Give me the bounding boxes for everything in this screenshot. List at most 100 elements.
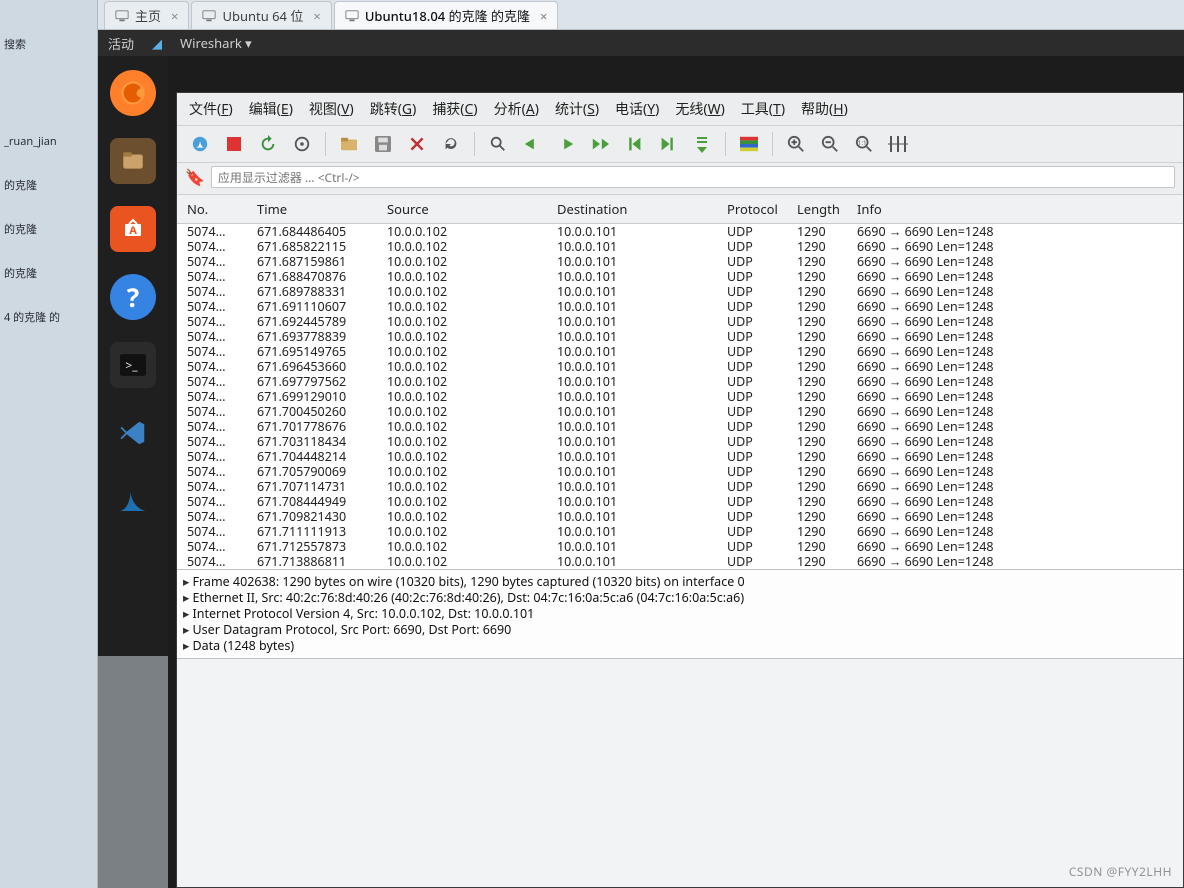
host-tree-item[interactable]: 4 的克隆 的	[4, 296, 60, 340]
packet-row[interactable]: 5074… 671.700450260 10.0.0.102 10.0.0.10…	[177, 404, 1183, 419]
capture-options-icon[interactable]	[287, 130, 317, 158]
cell-dest: 10.0.0.101	[553, 479, 723, 494]
packet-row[interactable]: 5074… 671.689788331 10.0.0.102 10.0.0.10…	[177, 284, 1183, 299]
column-header[interactable]: Destination	[553, 198, 723, 220]
packet-row[interactable]: 5074… 671.688470876 10.0.0.102 10.0.0.10…	[177, 269, 1183, 284]
detail-line[interactable]: Ethernet II, Src: 40:2c:76:8d:40:26 (40:…	[183, 590, 1177, 606]
column-header[interactable]: Protocol	[723, 198, 793, 220]
packet-row[interactable]: 5074… 671.693778839 10.0.0.102 10.0.0.10…	[177, 329, 1183, 344]
column-header[interactable]: Info	[853, 198, 1177, 220]
ubuntu-software-icon[interactable]: A	[110, 206, 156, 252]
menu-item[interactable]: 统计(S)	[555, 99, 599, 119]
packet-row[interactable]: 5074… 671.696453660 10.0.0.102 10.0.0.10…	[177, 359, 1183, 374]
menu-item[interactable]: 跳转(G)	[370, 99, 417, 119]
host-tree-item[interactable]: 的克隆	[4, 252, 60, 296]
detail-line[interactable]: Data (1248 bytes)	[183, 638, 1177, 654]
go-forward-icon[interactable]	[551, 130, 581, 158]
terminal-icon[interactable]: >_	[110, 342, 156, 388]
packet-row[interactable]: 5074… 671.684486405 10.0.0.102 10.0.0.10…	[177, 224, 1183, 239]
detail-line[interactable]: Internet Protocol Version 4, Src: 10.0.0…	[183, 606, 1177, 622]
column-header[interactable]: Length	[793, 198, 853, 220]
resize-columns-icon[interactable]	[883, 130, 913, 158]
close-icon[interactable]: ×	[540, 7, 547, 25]
host-tree-item[interactable]: _ruan_jian	[4, 120, 60, 164]
close-icon[interactable]: ×	[313, 7, 320, 25]
column-header[interactable]: No.	[183, 198, 253, 220]
cell-proto: UDP	[723, 554, 793, 569]
close-file-icon[interactable]	[402, 130, 432, 158]
close-icon[interactable]: ×	[171, 7, 178, 25]
packet-row[interactable]: 5074… 671.699129010 10.0.0.102 10.0.0.10…	[177, 389, 1183, 404]
bookmark-icon[interactable]: 🔖	[185, 166, 205, 188]
wireshark-dock-icon[interactable]	[110, 478, 156, 524]
cell-dest: 10.0.0.101	[553, 389, 723, 404]
menu-item[interactable]: 无线(W)	[675, 99, 724, 119]
packet-row[interactable]: 5074… 671.711111913 10.0.0.102 10.0.0.10…	[177, 524, 1183, 539]
packet-details-pane[interactable]: Frame 402638: 1290 bytes on wire (10320 …	[177, 570, 1183, 659]
zoom-reset-icon[interactable]: 1:1	[849, 130, 879, 158]
detail-line[interactable]: User Datagram Protocol, Src Port: 6690, …	[183, 622, 1177, 638]
go-first-icon[interactable]	[619, 130, 649, 158]
go-last-icon[interactable]	[653, 130, 683, 158]
menu-item[interactable]: 电话(Y)	[615, 99, 659, 119]
packet-row[interactable]: 5074… 671.703118434 10.0.0.102 10.0.0.10…	[177, 434, 1183, 449]
cell-time: 671.693778839	[253, 329, 383, 344]
packet-row[interactable]: 5074… 671.687159861 10.0.0.102 10.0.0.10…	[177, 254, 1183, 269]
column-header[interactable]: Time	[253, 198, 383, 220]
vm-tab[interactable]: Ubuntu 64 位 ×	[191, 1, 331, 29]
start-capture-icon[interactable]	[185, 130, 215, 158]
colorize-icon[interactable]	[734, 130, 764, 158]
packet-row[interactable]: 5074… 671.704448214 10.0.0.102 10.0.0.10…	[177, 449, 1183, 464]
help-icon[interactable]: ?	[110, 274, 156, 320]
menu-item[interactable]: 帮助(H)	[801, 99, 848, 119]
display-filter-input[interactable]	[211, 166, 1175, 188]
zoom-in-icon[interactable]	[781, 130, 811, 158]
packet-row[interactable]: 5074… 671.712557873 10.0.0.102 10.0.0.10…	[177, 539, 1183, 554]
vm-tab[interactable]: Ubuntu18.04 的克隆 的克隆 ×	[334, 1, 559, 29]
packet-row[interactable]: 5074… 671.705790069 10.0.0.102 10.0.0.10…	[177, 464, 1183, 479]
cell-source: 10.0.0.102	[383, 404, 553, 419]
menu-item[interactable]: 文件(F)	[189, 99, 233, 119]
gnome-app-menu[interactable]: Wireshark ▾	[180, 34, 252, 52]
find-packet-icon[interactable]	[483, 130, 513, 158]
menu-item[interactable]: 视图(V)	[309, 99, 354, 119]
packet-list-body[interactable]: 5074… 671.684486405 10.0.0.102 10.0.0.10…	[177, 224, 1183, 569]
cell-dest: 10.0.0.101	[553, 554, 723, 569]
menu-item[interactable]: 工具(T)	[741, 99, 785, 119]
open-file-icon[interactable]	[334, 130, 364, 158]
cell-length: 1290	[793, 554, 853, 569]
packet-list-header[interactable]: No.TimeSourceDestinationProtocolLengthIn…	[177, 195, 1183, 224]
packet-row[interactable]: 5074… 671.691110607 10.0.0.102 10.0.0.10…	[177, 299, 1183, 314]
zoom-out-icon[interactable]	[815, 130, 845, 158]
packet-row[interactable]: 5074… 671.708444949 10.0.0.102 10.0.0.10…	[177, 494, 1183, 509]
detail-line[interactable]: Frame 402638: 1290 bytes on wire (10320 …	[183, 574, 1177, 590]
packet-row[interactable]: 5074… 671.685822115 10.0.0.102 10.0.0.10…	[177, 239, 1183, 254]
menu-item[interactable]: 分析(A)	[494, 99, 539, 119]
menu-item[interactable]: 捕获(C)	[432, 99, 477, 119]
restart-capture-icon[interactable]	[253, 130, 283, 158]
vm-tab[interactable]: 主页 ×	[104, 1, 189, 29]
packet-row[interactable]: 5074… 671.707114731 10.0.0.102 10.0.0.10…	[177, 479, 1183, 494]
gnome-activities[interactable]: 活动	[108, 34, 134, 53]
packet-row[interactable]: 5074… 671.692445789 10.0.0.102 10.0.0.10…	[177, 314, 1183, 329]
auto-scroll-icon[interactable]	[687, 130, 717, 158]
packet-row[interactable]: 5074… 671.701778676 10.0.0.102 10.0.0.10…	[177, 419, 1183, 434]
host-tree-item[interactable]: 的克隆	[4, 208, 60, 252]
files-icon[interactable]	[110, 138, 156, 184]
wireshark-window: 文件(F) 编辑(E) 视图(V) 跳转(G) 捕获(C) 分析(A) 统计(S) 电话(Y)…	[168, 56, 1184, 888]
stop-capture-icon[interactable]	[219, 130, 249, 158]
cell-source: 10.0.0.102	[383, 299, 553, 314]
save-file-icon[interactable]	[368, 130, 398, 158]
vscode-icon[interactable]	[110, 410, 156, 456]
packet-row[interactable]: 5074… 671.695149765 10.0.0.102 10.0.0.10…	[177, 344, 1183, 359]
packet-row[interactable]: 5074… 671.713886811 10.0.0.102 10.0.0.10…	[177, 554, 1183, 569]
host-tree-item[interactable]: 的克隆	[4, 164, 60, 208]
packet-row[interactable]: 5074… 671.709821430 10.0.0.102 10.0.0.10…	[177, 509, 1183, 524]
go-to-packet-icon[interactable]	[585, 130, 615, 158]
go-back-icon[interactable]	[517, 130, 547, 158]
reload-file-icon[interactable]	[436, 130, 466, 158]
column-header[interactable]: Source	[383, 198, 553, 220]
menu-item[interactable]: 编辑(E)	[249, 99, 293, 119]
firefox-icon[interactable]	[110, 70, 156, 116]
packet-row[interactable]: 5074… 671.697797562 10.0.0.102 10.0.0.10…	[177, 374, 1183, 389]
